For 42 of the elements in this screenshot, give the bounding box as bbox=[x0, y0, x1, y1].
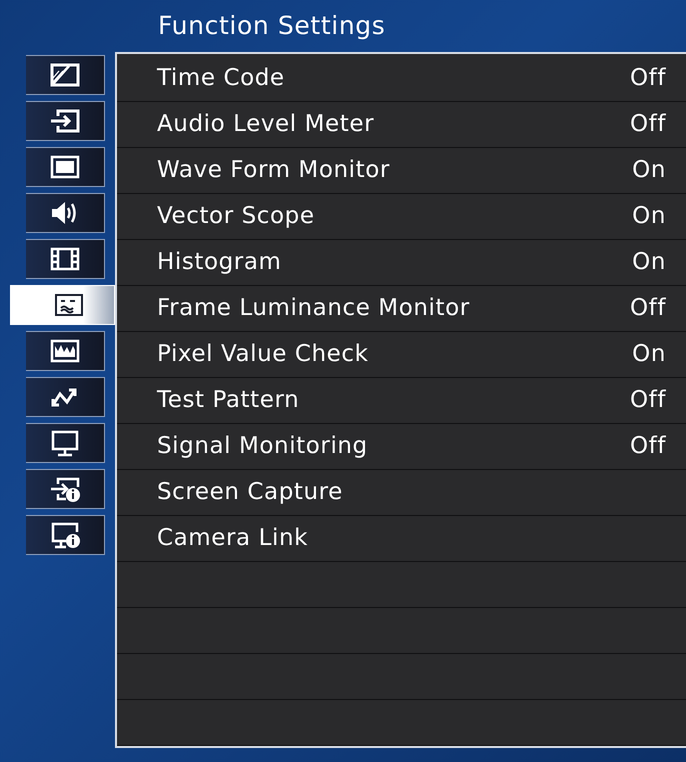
setting-label: Frame Luminance Monitor bbox=[157, 294, 470, 324]
menu-row[interactable]: Vector Scope On bbox=[117, 194, 686, 240]
menu-row[interactable]: Signal Monitoring Off bbox=[117, 424, 686, 470]
setting-label: Vector Scope bbox=[157, 202, 315, 232]
setting-value: Off bbox=[630, 386, 666, 416]
menu-row[interactable]: Test Pattern Off bbox=[117, 378, 686, 424]
setting-label: Wave Form Monitor bbox=[157, 156, 390, 186]
menu-row[interactable]: Screen Capture bbox=[117, 470, 686, 516]
menu-row[interactable]: Audio Level Meter Off bbox=[117, 102, 686, 148]
setting-label: Screen Capture bbox=[157, 478, 343, 508]
menu-row[interactable]: Histogram On bbox=[117, 240, 686, 286]
setting-label: Test Pattern bbox=[157, 386, 300, 416]
sidebar-tab[interactable] bbox=[26, 101, 105, 141]
setting-label: Pixel Value Check bbox=[157, 340, 369, 370]
menu-title: Function Settings bbox=[158, 10, 386, 42]
sidebar-tab[interactable] bbox=[26, 377, 105, 417]
sidebar-tab[interactable] bbox=[26, 469, 105, 509]
setting-label: Camera Link bbox=[157, 524, 308, 554]
menu-row[interactable]: Wave Form Monitor On bbox=[117, 148, 686, 194]
setting-value: Off bbox=[630, 64, 666, 94]
setting-value: On bbox=[632, 340, 666, 370]
menu-row[interactable]: Camera Link bbox=[117, 516, 686, 562]
sidebar-tab[interactable] bbox=[26, 423, 105, 463]
sidebar-tab[interactable] bbox=[26, 515, 105, 555]
sidebar-tab[interactable] bbox=[26, 193, 105, 233]
menu-row[interactable]: Pixel Value Check On bbox=[117, 332, 686, 378]
setting-value: On bbox=[632, 202, 666, 232]
sidebar-tab[interactable] bbox=[26, 331, 105, 371]
setting-value: Off bbox=[630, 110, 666, 140]
setting-value: Off bbox=[630, 294, 666, 324]
setting-label: Audio Level Meter bbox=[157, 110, 374, 140]
setting-value: Off bbox=[630, 432, 666, 462]
setting-label: Histogram bbox=[157, 248, 282, 278]
sidebar-tab[interactable] bbox=[26, 147, 105, 187]
setting-label: Signal Monitoring bbox=[157, 432, 368, 462]
sidebar-tab[interactable] bbox=[26, 239, 105, 279]
menu-row[interactable]: Frame Luminance Monitor Off bbox=[117, 286, 686, 332]
menu-row[interactable]: Time Code Off bbox=[117, 56, 686, 102]
sidebar-tab[interactable] bbox=[26, 55, 105, 95]
setting-value: On bbox=[632, 156, 666, 186]
setting-label: Time Code bbox=[157, 64, 285, 94]
setting-value: On bbox=[632, 248, 666, 278]
